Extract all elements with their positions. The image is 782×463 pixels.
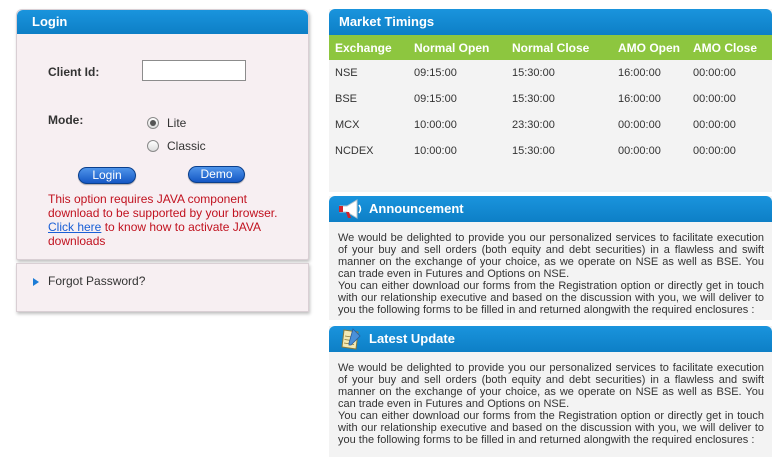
radio-classic[interactable] xyxy=(147,140,159,152)
mode-option-classic-label: Classic xyxy=(167,139,206,153)
table-cell: 16:00:00 xyxy=(618,93,661,105)
table-row: NSE 09:15:00 15:30:00 16:00:00 00:00:00 xyxy=(329,60,772,86)
notepad-icon xyxy=(341,328,361,350)
column-header: AMO Open xyxy=(612,35,687,60)
market-timings-title: Market Timings xyxy=(329,9,772,35)
announcement-title: Announcement xyxy=(369,201,464,216)
table-cell: NSE xyxy=(335,67,358,79)
market-timings-table: Exchange Normal Open Normal Close AMO Op… xyxy=(329,35,772,164)
table-cell: 00:00:00 xyxy=(693,67,736,79)
forgot-password-panel: Forgot Password? xyxy=(16,263,309,312)
table-cell: 00:00:00 xyxy=(693,119,736,131)
table-cell: 00:00:00 xyxy=(693,145,736,157)
table-cell: 15:30:00 xyxy=(512,93,555,105)
latest-update-header: Latest Update xyxy=(329,326,772,352)
table-cell: 15:30:00 xyxy=(512,67,555,79)
client-id-input[interactable] xyxy=(142,60,246,81)
table-cell: 09:15:00 xyxy=(414,67,457,79)
java-message-text: This option requires JAVA component down… xyxy=(48,192,278,220)
mode-option-lite[interactable]: Lite xyxy=(147,116,186,130)
column-header: Exchange xyxy=(329,35,408,60)
table-cell: 10:00:00 xyxy=(414,119,457,131)
latest-update-title: Latest Update xyxy=(369,331,455,346)
announcement-paragraph: You can either download our forms from t… xyxy=(338,280,764,316)
table-cell: BSE xyxy=(335,93,358,105)
table-row: BSE 09:15:00 15:30:00 16:00:00 00:00:00 xyxy=(329,86,772,112)
table-cell: 23:30:00 xyxy=(512,119,555,131)
column-header: Normal Open xyxy=(408,35,506,60)
latest-update-body: We would be delighted to provide you our… xyxy=(329,352,772,446)
forgot-password-link[interactable]: Forgot Password? xyxy=(48,274,145,288)
table-cell: 00:00:00 xyxy=(693,93,736,105)
table-cell: 15:30:00 xyxy=(512,145,555,157)
mode-label: Mode: xyxy=(48,113,84,127)
mode-option-lite-label: Lite xyxy=(167,116,187,130)
table-cell: 10:00:00 xyxy=(414,145,457,157)
latest-update-paragraph: We would be delighted to provide you our… xyxy=(338,362,764,410)
login-button[interactable]: Login xyxy=(78,167,136,184)
client-id-label: Client Id: xyxy=(48,65,100,79)
triangle-right-icon xyxy=(33,278,39,286)
table-cell: 09:15:00 xyxy=(414,93,457,105)
announcement-header: Announcement xyxy=(329,196,772,222)
demo-button[interactable]: Demo xyxy=(188,166,245,183)
java-help-link[interactable]: Click here xyxy=(48,220,101,234)
table-cell: MCX xyxy=(335,119,360,131)
table-cell: NCDEX xyxy=(335,145,374,157)
latest-update-panel: Latest Update We would be delighted to p… xyxy=(329,326,772,457)
column-header: Normal Close xyxy=(506,35,612,60)
table-cell: 00:00:00 xyxy=(618,119,661,131)
latest-update-paragraph: You can either download our forms from t… xyxy=(338,410,764,446)
market-timings-panel: Market Timings Exchange Normal Open Norm… xyxy=(329,9,772,192)
radio-lite[interactable] xyxy=(147,117,159,129)
login-panel: Login Client Id: Mode: Lite Classic Logi… xyxy=(16,9,309,260)
table-cell: 16:00:00 xyxy=(618,67,661,79)
table-header-row: Exchange Normal Open Normal Close AMO Op… xyxy=(329,35,772,60)
table-row: NCDEX 10:00:00 15:30:00 00:00:00 00:00:0… xyxy=(329,138,772,164)
login-title: Login xyxy=(17,10,308,34)
megaphone-icon xyxy=(339,199,362,219)
announcement-panel: Announcement We would be delighted to pr… xyxy=(329,196,772,320)
table-row: MCX 10:00:00 23:30:00 00:00:00 00:00:00 xyxy=(329,112,772,138)
announcement-paragraph: We would be delighted to provide you our… xyxy=(338,232,764,280)
column-header: AMO Close xyxy=(687,35,772,60)
mode-option-classic[interactable]: Classic xyxy=(147,139,206,153)
java-message: This option requires JAVA component down… xyxy=(48,192,293,248)
table-cell: 00:00:00 xyxy=(618,145,661,157)
announcement-body: We would be delighted to provide you our… xyxy=(329,222,772,316)
